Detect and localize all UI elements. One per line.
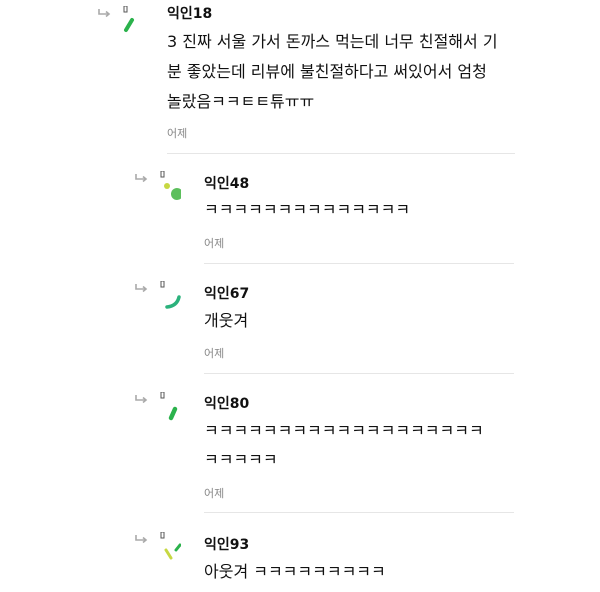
comment-divider <box>204 512 514 513</box>
green-slash-avatar-icon <box>155 392 181 424</box>
comment-divider <box>204 263 514 264</box>
comment-author[interactable]: 익인48 <box>204 173 249 193</box>
comment-body-line: ㅋㅋㅋㅋㅋㅋㅋㅋㅋㅋㅋㅋㅋㅋㅋㅋㅋㅋㅋ <box>204 421 484 440</box>
comment-author[interactable]: 익인18 <box>167 3 212 23</box>
comment-timestamp: 어제 <box>204 487 225 500</box>
reply-arrow-icon <box>134 534 148 544</box>
comment-author[interactable]: 익인80 <box>204 393 249 413</box>
comment-author[interactable]: 익인67 <box>204 283 249 303</box>
comment-author[interactable]: 익인93 <box>204 534 249 554</box>
comment-body-line: 분 좋았는데 리뷰에 불친절하다고 써있어서 엄청 <box>167 62 487 81</box>
comment-item: 익인80 ㅋㅋㅋㅋㅋㅋㅋㅋㅋㅋㅋㅋㅋㅋㅋㅋㅋㅋㅋ ㅋㅋㅋㅋㅋ 어제 <box>0 386 600 516</box>
comment-item: 익인48 ㅋㅋㅋㅋㅋㅋㅋㅋㅋㅋㅋㅋㅋㅋ 어제 <box>0 165 600 270</box>
green-arc-avatar-icon <box>155 281 181 313</box>
comment-body-line: ㅋㅋㅋㅋㅋ <box>204 450 278 469</box>
green-dots-avatar-icon <box>155 171 181 203</box>
reply-arrow-icon <box>134 283 148 293</box>
comment-body-line: 개웃겨 <box>204 311 249 330</box>
comment-item: 익인18 3 진짜 서울 가서 돈까스 먹는데 너무 친절해서 기 분 좋았는데… <box>0 0 600 160</box>
comment-body-line: 3 진짜 서울 가서 돈까스 먹는데 너무 친절해서 기 <box>167 32 498 51</box>
comment-divider <box>204 373 514 374</box>
comment-item: 익인93 아웃겨 ㅋㅋㅋㅋㅋㅋㅋㅋㅋ <box>0 526 600 592</box>
comment-divider <box>167 153 515 154</box>
reply-arrow-icon <box>134 394 148 404</box>
reply-arrow-icon <box>134 173 148 183</box>
comment-body-line: 아웃겨 ㅋㅋㅋㅋㅋㅋㅋㅋㅋ <box>204 562 386 581</box>
comment-body-line: ㅋㅋㅋㅋㅋㅋㅋㅋㅋㅋㅋㅋㅋㅋ <box>204 200 411 219</box>
comment-timestamp: 어제 <box>204 237 225 250</box>
yellow-green-dashes-avatar-icon <box>155 532 181 564</box>
comment-item: 익인67 개웃겨 어제 <box>0 275 600 380</box>
comment-timestamp: 어제 <box>167 127 188 140</box>
green-dash-avatar-icon <box>118 6 144 38</box>
comment-timestamp: 어제 <box>204 347 225 360</box>
comment-body-line: 놀랐음ㅋㅋㅌㅌ튜ㅠㅠ <box>167 92 315 111</box>
reply-arrow-icon <box>97 8 111 18</box>
